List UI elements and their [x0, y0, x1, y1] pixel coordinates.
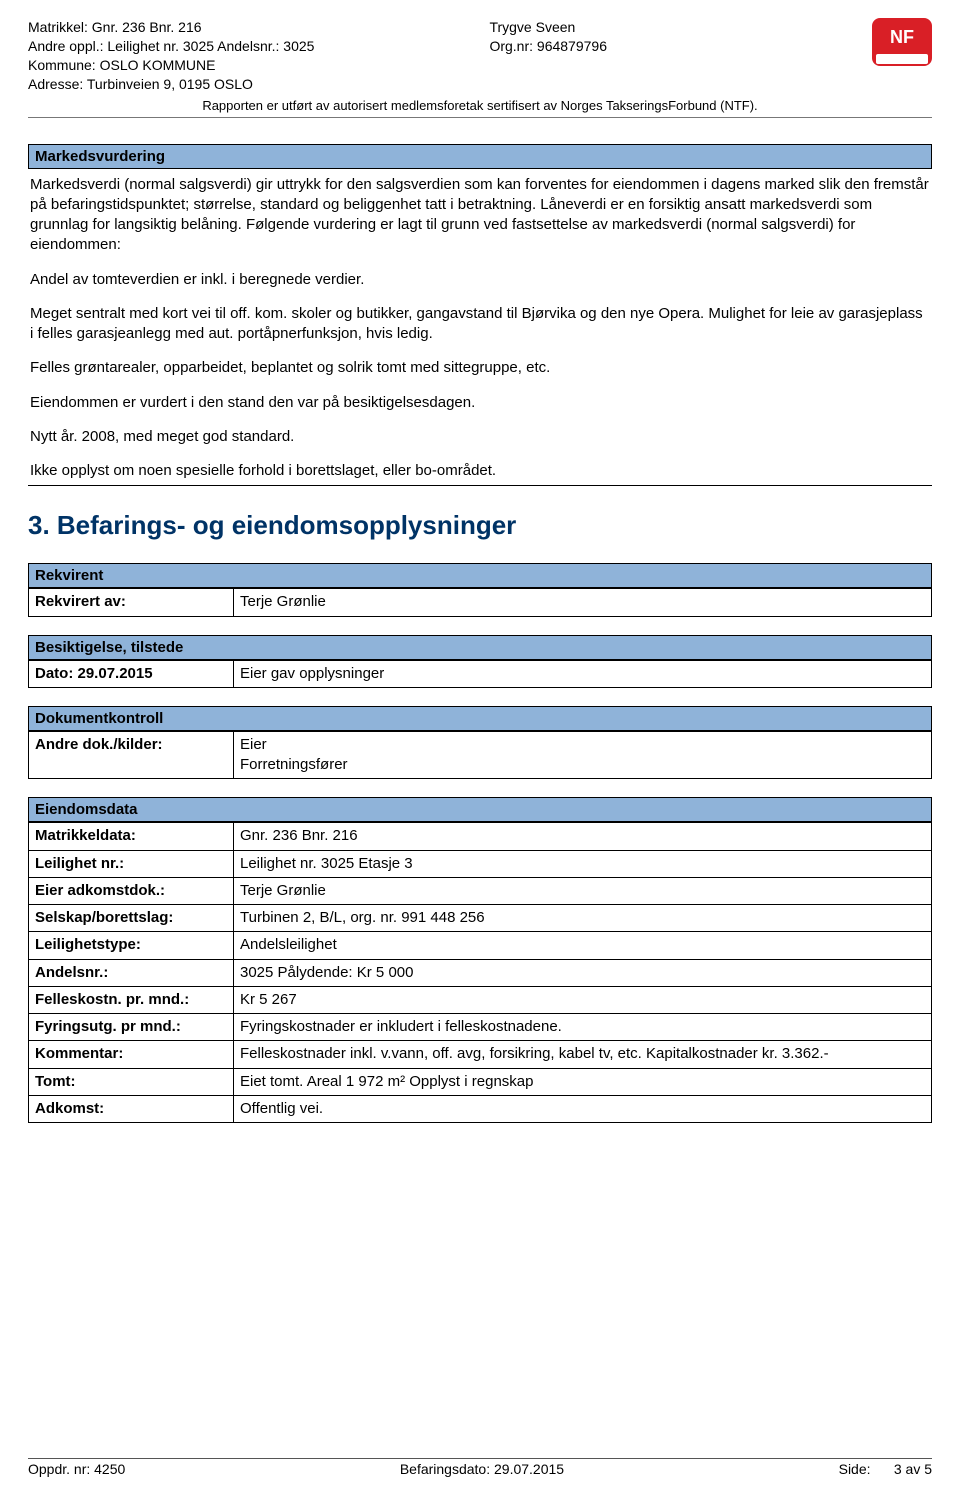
- rekvirent-label: Rekvirert av:: [29, 589, 234, 616]
- footer: Oppdr. nr: 4250 Befaringsdato: 29.07.201…: [28, 1458, 932, 1477]
- kommune-line: Kommune: OSLO KOMMUNE: [28, 56, 314, 75]
- rekvirent-value: Terje Grønlie: [234, 589, 932, 616]
- table-row: Matrikkeldata:Gnr. 236 Bnr. 216: [29, 823, 932, 850]
- table-row: Eier adkomstdok.:Terje Grønlie: [29, 877, 932, 904]
- eiendom-value: Leilighet nr. 3025 Etasje 3: [234, 850, 932, 877]
- eiendom-label: Leilighet nr.:: [29, 850, 234, 877]
- dokumentkontroll-table: Andre dok./kilder: Eier Forretningsfører: [28, 731, 932, 780]
- divider: [28, 117, 932, 118]
- eiendom-value: Turbinen 2, B/L, org. nr. 991 448 256: [234, 905, 932, 932]
- table-row: Kommentar:Felleskostnader inkl. v.vann, …: [29, 1041, 932, 1068]
- mv-p4: Felles grøntarealer, opparbeidet, beplan…: [30, 358, 930, 378]
- andre-oppl-line: Andre oppl.: Leilighet nr. 3025 Andelsnr…: [28, 37, 314, 56]
- eiendom-value: Andelsleilighet: [234, 932, 932, 959]
- mv-p2: Andel av tomteverdien er inkl. i beregne…: [30, 270, 930, 290]
- sub-header: Rapporten er utført av autorisert medlem…: [28, 98, 932, 113]
- eiendom-label: Adkomst:: [29, 1095, 234, 1122]
- besiktigelse-value: Eier gav opplysninger: [234, 660, 932, 687]
- table-row: Selskap/borettslag:Turbinen 2, B/L, org.…: [29, 905, 932, 932]
- eiendom-label: Eier adkomstdok.:: [29, 877, 234, 904]
- section-markedsvurdering: Markedsvurdering: [28, 144, 932, 169]
- logo-text: MEDLEM: [879, 56, 924, 66]
- table-row: Felleskostn. pr. mnd.:Kr 5 267: [29, 986, 932, 1013]
- document-header: Matrikkel: Gnr. 236 Bnr. 216 Andre oppl.…: [28, 18, 932, 94]
- dokumentkontroll-label: Andre dok./kilder:: [29, 731, 234, 779]
- eiendom-value: Eiet tomt. Areal 1 972 m² Opplyst i regn…: [234, 1068, 932, 1095]
- mv-p6: Nytt år. 2008, med meget god standard.: [30, 427, 930, 447]
- eiendom-value: Offentlig vei.: [234, 1095, 932, 1122]
- eiendom-label: Andelsnr.:: [29, 959, 234, 986]
- header-mid: Trygve Sveen Org.nr: 964879796: [489, 18, 607, 56]
- adresse-line: Adresse: Turbinveien 9, 0195 OSLO: [28, 75, 314, 94]
- section-dokumentkontroll: Dokumentkontroll: [28, 706, 932, 731]
- besiktigelse-label: Dato: 29.07.2015: [29, 660, 234, 687]
- footer-side: Side: 3 av 5: [839, 1461, 932, 1477]
- table-row: Leilighetstype:Andelsleilighet: [29, 932, 932, 959]
- section-eiendomsdata: Eiendomsdata: [28, 797, 932, 822]
- footer-divider: [28, 1458, 932, 1459]
- eiendom-value: Terje Grønlie: [234, 877, 932, 904]
- dokumentkontroll-value: Eier Forretningsfører: [234, 731, 932, 779]
- matrikkel-line: Matrikkel: Gnr. 236 Bnr. 216: [28, 18, 314, 37]
- section-rekvirent: Rekvirent: [28, 563, 932, 588]
- mv-p3: Meget sentralt med kort vei til off. kom…: [30, 304, 930, 345]
- table-row: Tomt:Eiet tomt. Areal 1 972 m² Opplyst i…: [29, 1068, 932, 1095]
- eiendom-label: Tomt:: [29, 1068, 234, 1095]
- eiendom-label: Kommentar:: [29, 1041, 234, 1068]
- footer-befaring: Befaringsdato: 29.07.2015: [400, 1461, 564, 1477]
- eiendom-value: Gnr. 236 Bnr. 216: [234, 823, 932, 850]
- eiendom-label: Fyringsutg. pr mnd.:: [29, 1014, 234, 1041]
- eiendom-value: Fyringskostnader er inkludert i fellesko…: [234, 1014, 932, 1041]
- footer-oppdr: Oppdr. nr: 4250: [28, 1461, 125, 1477]
- eiendom-label: Selskap/borettslag:: [29, 905, 234, 932]
- eiendom-value: Kr 5 267: [234, 986, 932, 1013]
- mv-p5: Eiendommen er vurdert i den stand den va…: [30, 393, 930, 413]
- eiendom-value: Felleskostnader inkl. v.vann, off. avg, …: [234, 1041, 932, 1068]
- markedsvurdering-body: Markedsverdi (normal salgsverdi) gir utt…: [28, 169, 932, 487]
- besiktigelse-table: Dato: 29.07.2015 Eier gav opplysninger: [28, 660, 932, 688]
- eiendom-value: 3025 Pålydende: Kr 5 000: [234, 959, 932, 986]
- eiendom-label: Felleskostn. pr. mnd.:: [29, 986, 234, 1013]
- table-row: Andelsnr.:3025 Pålydende: Kr 5 000: [29, 959, 932, 986]
- eiendomsdata-table: Matrikkeldata:Gnr. 236 Bnr. 216Leilighet…: [28, 822, 932, 1123]
- table-row: Rekvirert av: Terje Grønlie: [29, 589, 932, 616]
- org-nr: Org.nr: 964879796: [489, 37, 607, 56]
- rekvirent-table: Rekvirert av: Terje Grønlie: [28, 588, 932, 616]
- table-row: Adkomst:Offentlig vei.: [29, 1095, 932, 1122]
- mv-p7: Ikke opplyst om noen spesielle forhold i…: [30, 461, 930, 481]
- person-name: Trygve Sveen: [489, 18, 607, 37]
- eiendom-label: Matrikkeldata:: [29, 823, 234, 850]
- eiendom-label: Leilighetstype:: [29, 932, 234, 959]
- table-row: Dato: 29.07.2015 Eier gav opplysninger: [29, 660, 932, 687]
- section-3-title: 3. Befarings- og eiendomsopplysninger: [28, 510, 932, 541]
- table-row: Fyringsutg. pr mnd.:Fyringskostnader er …: [29, 1014, 932, 1041]
- table-row: Leilighet nr.:Leilighet nr. 3025 Etasje …: [29, 850, 932, 877]
- footer-row: Oppdr. nr: 4250 Befaringsdato: 29.07.201…: [28, 1461, 932, 1477]
- nf-logo: MEDLEM: [872, 18, 932, 66]
- mv-p1: Markedsverdi (normal salgsverdi) gir utt…: [30, 175, 930, 256]
- header-left: Matrikkel: Gnr. 236 Bnr. 216 Andre oppl.…: [28, 18, 314, 94]
- header-right: MEDLEM: [872, 18, 932, 66]
- table-row: Andre dok./kilder: Eier Forretningsfører: [29, 731, 932, 779]
- section-besiktigelse: Besiktigelse, tilstede: [28, 635, 932, 660]
